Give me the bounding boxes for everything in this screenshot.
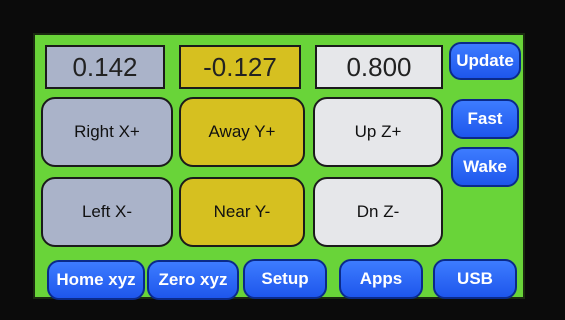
- z-position-value: 0.800: [346, 51, 412, 82]
- home-xyz-label: Home xyz: [56, 270, 136, 289]
- jog-dn-z-button[interactable]: Dn Z-: [313, 177, 443, 247]
- x-position-readout: 0.142: [45, 45, 165, 89]
- jog-near-y-button[interactable]: Near Y-: [179, 177, 305, 247]
- jog-away-y-label: Away Y+: [208, 122, 276, 141]
- jog-right-x-button[interactable]: Right X+: [41, 97, 173, 167]
- setup-label: Setup: [261, 269, 309, 288]
- apps-button[interactable]: Apps: [339, 259, 423, 299]
- wake-button[interactable]: Wake: [451, 147, 519, 187]
- y-position-value: -0.127: [203, 51, 277, 82]
- zero-xyz-label: Zero xyz: [158, 270, 228, 289]
- apps-label: Apps: [359, 269, 403, 288]
- fast-button[interactable]: Fast: [451, 99, 519, 139]
- jog-away-y-button[interactable]: Away Y+: [179, 97, 305, 167]
- setup-button[interactable]: Setup: [243, 259, 327, 299]
- x-position-value: 0.142: [72, 51, 138, 82]
- jog-right-x-label: Right X+: [74, 122, 140, 141]
- zero-xyz-button[interactable]: Zero xyz: [147, 260, 239, 300]
- jog-up-z-button[interactable]: Up Z+: [313, 97, 443, 167]
- jog-dn-z-label: Dn Z-: [356, 202, 400, 221]
- y-position-readout: -0.127: [179, 45, 301, 89]
- jog-left-x-label: Left X-: [81, 202, 133, 221]
- usb-label: USB: [457, 269, 493, 288]
- usb-button[interactable]: USB: [433, 259, 517, 299]
- update-label: Update: [456, 51, 514, 70]
- jog-near-y-label: Near Y-: [213, 202, 271, 221]
- touchscreen: 0.142 -0.127 0.800 Right X+ Away Y+ Up Z…: [33, 33, 525, 300]
- home-xyz-button[interactable]: Home xyz: [47, 260, 145, 300]
- z-position-readout: 0.800: [315, 45, 443, 89]
- jog-up-z-label: Up Z+: [354, 122, 402, 141]
- fast-label: Fast: [467, 109, 503, 128]
- update-button[interactable]: Update: [449, 42, 521, 80]
- wake-label: Wake: [463, 157, 507, 176]
- jog-left-x-button[interactable]: Left X-: [41, 177, 173, 247]
